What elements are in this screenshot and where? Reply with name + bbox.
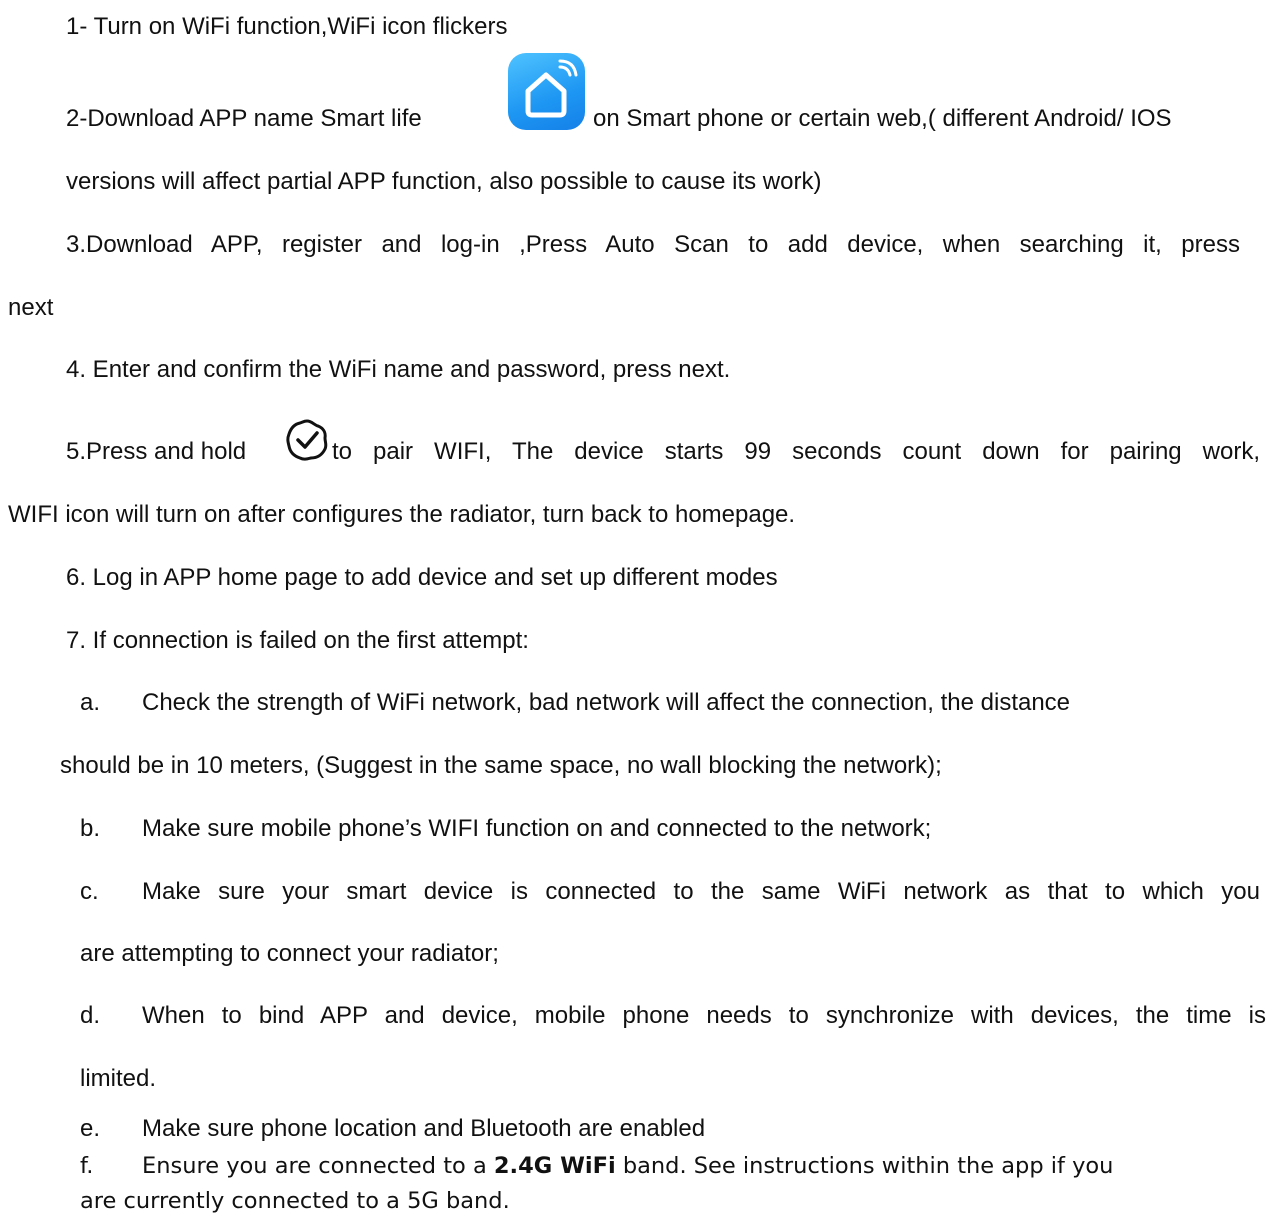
substep-c: c. Make sure your smart device is connect… [80,877,1260,907]
step-5-after: to pair WIFI, The device starts 99 secon… [332,437,1260,467]
step-5: 5.Press and hold [66,437,246,467]
substep-d-text: When to bind APP and device, mobile phon… [142,1002,1266,1029]
step-4: 4. Enter and confirm the WiFi name and p… [66,355,730,385]
step-7: 7. If connection is failed on the first … [66,626,529,656]
step-3-text: 3.Download APP, register and log-in ,Pre… [66,231,1240,258]
step-3: 3.Download APP, register and log-in ,Pre… [66,230,1240,260]
step-1: 1- Turn on WiFi function,WiFi icon flick… [66,12,507,42]
substep-d-marker: d. [80,1002,101,1029]
substep-c-cont: are attempting to connect your radiator; [80,939,499,969]
smart-life-app-icon [508,53,585,130]
substep-c-continuation: are attempting to connect your radiator; [80,940,499,967]
substep-a: a. Check the strength of WiFi network, ba… [80,688,1070,718]
step-5-cont: WIFI icon will turn on after configures … [8,500,795,530]
step-3-continuation: next [8,294,54,321]
step-2-text-before: 2-Download APP name Smart life [66,105,422,132]
step-1-text: 1- Turn on WiFi function,WiFi icon flick… [66,13,508,40]
pair-check-icon [285,418,329,462]
step-2-text-after: on Smart phone or certain web,( differen… [593,105,1172,132]
substep-f-continuation: are currently connected to a 5G band. [80,1188,510,1214]
substep-f-text-before: Ensure you are connected to a [142,1153,487,1179]
step-7-text: 7. If connection is failed on the first … [66,627,529,654]
substep-d-continuation: limited. [80,1065,157,1092]
step-5-text-before: 5.Press and hold [66,438,247,465]
substep-f-bold: 2.4G WiFi [493,1153,616,1179]
step-5-text-after: to pair WIFI, The device starts 99 secon… [332,438,1260,465]
step-2-continuation: versions will affect partial APP functio… [66,168,822,195]
step-2: 2-Download APP name Smart life [66,104,422,134]
substep-c-marker: c. [80,878,99,905]
substep-e: e. Make sure phone location and Bluetooth… [80,1114,705,1144]
step-2-after: on Smart phone or certain web,( differen… [593,104,1172,134]
substep-b: b. Make sure mobile phone’s WIFI function… [80,814,931,844]
substep-f: f. Ensure you are connected to a 2.4G WiF… [80,1151,1113,1181]
substep-b-marker: b. [80,815,101,842]
step-6-text: 6. Log in APP home page to add device an… [66,564,778,591]
substep-c-text: Make sure your smart device is connected… [142,878,1260,905]
step-2-cont: versions will affect partial APP functio… [66,167,821,197]
step-4-text: 4. Enter and confirm the WiFi name and p… [66,356,731,383]
substep-f-text-after: band. See instructions within the app if… [622,1153,1114,1179]
substep-d: d. When to bind APP and device, mobile ph… [80,1001,1266,1031]
substep-f-marker: f. [80,1153,94,1179]
substep-f-cont: are currently connected to a 5G band. [80,1186,510,1216]
substep-a-marker: a. [80,689,101,716]
substep-e-text: Make sure phone location and Bluetooth a… [142,1115,706,1142]
step-3-cont: next [8,293,53,323]
step-6: 6. Log in APP home page to add device an… [66,563,778,593]
substep-e-marker: e. [80,1115,101,1142]
substep-a-continuation: should be in 10 meters, (Suggest in the … [60,752,942,779]
substep-b-text: Make sure mobile phone’s WIFI function o… [142,815,932,842]
substep-a-text: Check the strength of WiFi network, bad … [142,689,1071,716]
substep-d-cont: limited. [80,1064,156,1094]
step-5-continuation: WIFI icon will turn on after configures … [8,501,796,528]
substep-a-cont: should be in 10 meters, (Suggest in the … [60,751,942,781]
